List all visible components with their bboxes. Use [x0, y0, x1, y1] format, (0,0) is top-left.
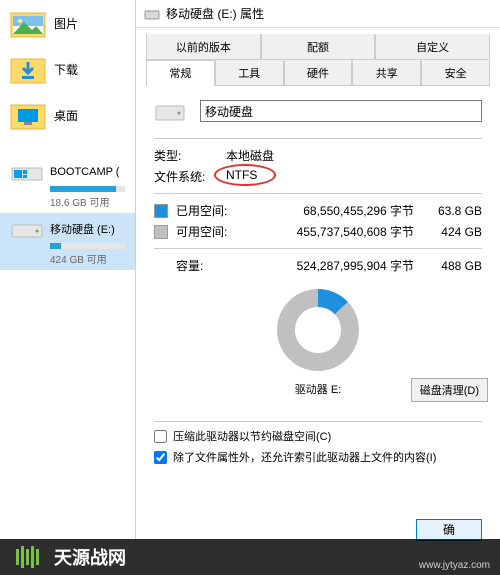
sidebar-drive-removable[interactable]: 移动硬盘 (E:) 424 GB 可用 — [0, 213, 135, 270]
drive-sub: 18.6 GB 可用 — [50, 194, 125, 209]
tab-general[interactable]: 常规 — [146, 60, 215, 86]
compress-label: 压缩此驱动器以节约磁盘空间(C) — [173, 428, 331, 444]
folder-label: 桌面 — [54, 107, 78, 124]
watermark-logo-icon — [14, 543, 42, 571]
folder-label: 图片 — [54, 15, 78, 32]
capacity-label: 容量: — [176, 257, 240, 274]
folder-label: 下载 — [54, 61, 78, 78]
sidebar-folder-desktop[interactable]: 桌面 — [0, 92, 135, 138]
free-gb: 424 GB — [420, 225, 482, 239]
watermark-link: www.jytyaz.com — [419, 560, 490, 571]
sidebar-drive-bootcamp[interactable]: BOOTCAMP ( 18.6 GB 可用 — [0, 156, 135, 213]
filesystem-value: NTFS — [226, 168, 257, 185]
explorer-sidebar: 图片 下载 桌面 BOOTCAMP ( 18.6 GB 可用 移动硬盘 (E:)… — [0, 0, 135, 575]
type-label: 类型: — [154, 147, 226, 164]
used-label: 已用空间: — [176, 202, 240, 219]
used-bytes: 68,550,455,296 字节 — [240, 202, 414, 219]
drive-name: 移动硬盘 (E:) — [50, 221, 115, 237]
drive-large-icon — [154, 98, 186, 124]
drive-name: BOOTCAMP ( — [50, 166, 119, 178]
titlebar: 移动硬盘 (E:) 属性 — [136, 0, 500, 28]
index-checkbox[interactable] — [154, 451, 167, 464]
titlebar-text: 移动硬盘 (E:) 属性 — [166, 5, 264, 22]
drive-sub: 424 GB 可用 — [50, 251, 125, 266]
type-value: 本地磁盘 — [226, 147, 274, 164]
disk-cleanup-button[interactable]: 磁盘清理(D) — [411, 378, 488, 402]
tab-custom[interactable]: 自定义 — [375, 34, 490, 59]
free-bytes: 455,737,540,608 字节 — [240, 223, 414, 240]
watermark-bar: 天源战网 www.jytyaz.com — [0, 539, 500, 575]
free-label: 可用空间: — [176, 223, 240, 240]
used-color-swatch — [154, 204, 168, 218]
tab-previous-versions[interactable]: 以前的版本 — [146, 34, 261, 59]
tab-quota[interactable]: 配额 — [261, 34, 376, 59]
compress-checkbox[interactable] — [154, 430, 167, 443]
used-gb: 63.8 GB — [420, 204, 482, 218]
filesystem-label: 文件系统: — [154, 168, 226, 185]
index-label: 除了文件属性外，还允许索引此驱动器上文件的内容(I) — [173, 449, 436, 465]
tab-hardware[interactable]: 硬件 — [284, 60, 353, 85]
tab-tools[interactable]: 工具 — [215, 60, 284, 85]
sidebar-folder-downloads[interactable]: 下载 — [0, 46, 135, 92]
drive-icon — [144, 6, 160, 22]
tab-security[interactable]: 安全 — [421, 60, 490, 85]
capacity-bytes: 524,287,995,904 字节 — [240, 257, 414, 274]
watermark-text: 天源战网 — [54, 544, 126, 570]
capacity-gb: 488 GB — [420, 259, 482, 273]
sidebar-folder-pictures[interactable]: 图片 — [0, 0, 135, 46]
free-color-swatch — [154, 225, 168, 239]
properties-dialog: 移动硬盘 (E:) 属性 以前的版本 配额 自定义 常规 工具 硬件 共享 安全… — [135, 0, 500, 545]
drive-name-input[interactable] — [200, 100, 482, 122]
usage-donut — [154, 286, 482, 377]
tab-sharing[interactable]: 共享 — [352, 60, 421, 85]
ok-button[interactable]: 确 — [416, 519, 482, 541]
